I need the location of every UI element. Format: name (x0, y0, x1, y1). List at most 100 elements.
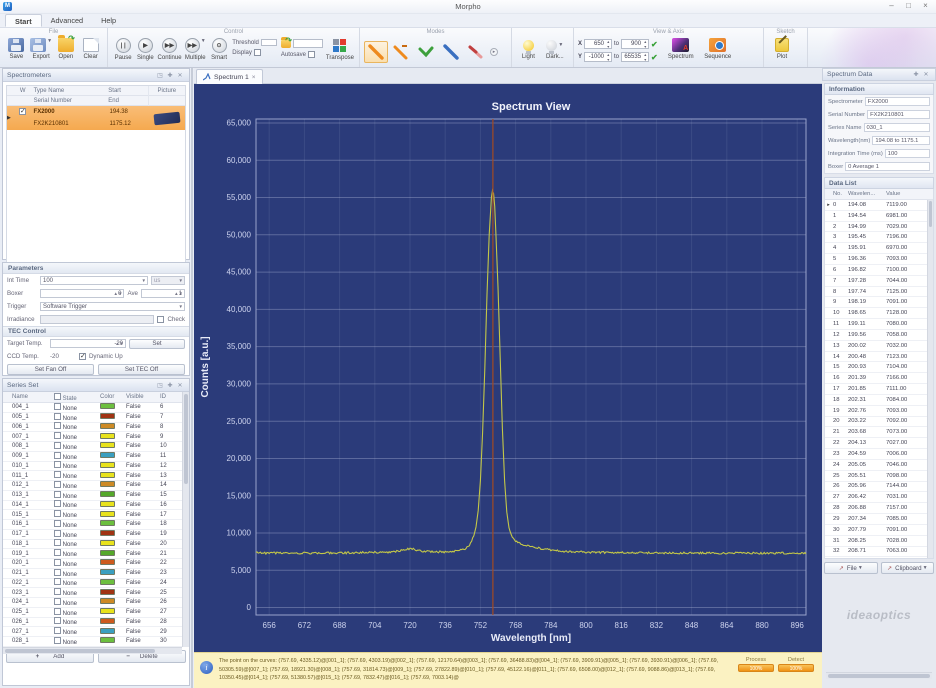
x-to-spinner[interactable]: ▲▼ (643, 40, 647, 49)
tab-start[interactable]: Start (5, 14, 42, 27)
series-color-chip[interactable] (100, 579, 115, 585)
data-list-row[interactable]: 24205.057046.00 (825, 460, 933, 471)
series-color-chip[interactable] (100, 520, 115, 526)
data-list-row[interactable]: 13200.027032.00 (825, 341, 933, 352)
series-state-checkbox[interactable] (54, 471, 61, 478)
series-color-chip[interactable] (100, 491, 115, 497)
transpose-button[interactable]: Transpose (326, 38, 354, 61)
data-list-row[interactable]: 20203.227092.00 (825, 417, 933, 428)
set-temp-button[interactable]: Set (129, 339, 185, 349)
series-color-chip[interactable] (100, 433, 115, 439)
series-state-checkbox[interactable] (54, 422, 61, 429)
plot-button[interactable]: Plot (769, 38, 795, 60)
y-from-spinner[interactable]: ▲▼ (606, 53, 610, 62)
irradiance-input[interactable] (40, 315, 154, 324)
series-row[interactable]: 018_1 NoneFalse20 (3, 540, 189, 550)
series-color-chip[interactable] (100, 403, 115, 409)
series-row[interactable]: 025_1 NoneFalse27 (3, 608, 189, 618)
spectrum1-tab[interactable]: Spectrum 1 × (196, 69, 263, 84)
mode-red-button[interactable] (464, 41, 488, 63)
mode-orange2-button[interactable] (389, 41, 413, 63)
series-vscrollbar[interactable] (182, 392, 189, 647)
set-fan-off-button[interactable]: Set Fan Off (7, 364, 94, 375)
data-list-row[interactable]: 7197.287044.00 (825, 276, 933, 287)
data-list-row[interactable]: 30207.797091.00 (825, 525, 933, 536)
data-list-row[interactable]: 6196.827100.00 (825, 265, 933, 276)
boxer-input[interactable]: 0▲▼ (40, 289, 124, 298)
pin-icon[interactable]: ✚ (165, 382, 175, 389)
series-state-checkbox[interactable] (54, 549, 61, 556)
data-list-row[interactable]: 23204.597006.00 (825, 449, 933, 460)
series-color-chip[interactable] (100, 569, 115, 575)
series-state-checkbox[interactable] (54, 637, 61, 644)
series-color-chip[interactable] (100, 413, 115, 419)
display-checkbox[interactable] (254, 49, 261, 56)
series-row[interactable]: 019_1 NoneFalse21 (3, 549, 189, 559)
series-state-checkbox[interactable] (54, 481, 61, 488)
data-list-row[interactable]: 17201.857111.00 (825, 384, 933, 395)
left-splitter[interactable] (191, 68, 193, 688)
data-list-row[interactable]: 29207.347085.00 (825, 514, 933, 525)
data-list-row[interactable]: 19202.767093.00 (825, 406, 933, 417)
data-list-row[interactable]: 1194.546981.00 (825, 211, 933, 222)
close-panel-icon[interactable]: ✕ (175, 382, 185, 389)
tab-close-icon[interactable]: × (252, 74, 256, 81)
right-hscrollbar[interactable] (826, 672, 932, 679)
y-apply-check-icon[interactable]: ✔ (651, 53, 658, 62)
series-row[interactable]: 017_1 NoneFalse19 (3, 530, 189, 540)
series-color-chip[interactable] (100, 481, 115, 487)
spectrometer-row[interactable]: ▶ FX2000194.38 FX2K2108011175.12 (7, 106, 185, 130)
series-state-checkbox[interactable] (54, 442, 61, 449)
series-state-checkbox[interactable] (54, 461, 61, 468)
data-list-row[interactable]: ▸0194.087119.00 (825, 200, 933, 211)
series-state-checkbox[interactable] (54, 578, 61, 585)
int-time-select[interactable]: 100▼ (40, 276, 148, 285)
export-clipboard-button[interactable]: ↗Clipboard▼ (881, 562, 935, 574)
series-color-chip[interactable] (100, 452, 115, 458)
data-list-row[interactable]: 21203.687073.00 (825, 427, 933, 438)
export-button[interactable]: ▼Export (30, 38, 53, 60)
data-list-row[interactable]: 8197.747125.00 (825, 287, 933, 298)
series-color-chip[interactable] (100, 589, 115, 595)
x-apply-check-icon[interactable]: ✔ (651, 40, 658, 49)
series-state-checkbox[interactable] (54, 413, 61, 420)
series-state-checkbox[interactable] (54, 403, 61, 410)
series-row[interactable]: 009_1 NoneFalse11 (3, 452, 189, 462)
series-state-checkbox[interactable] (54, 500, 61, 507)
data-list-row[interactable]: 5196.367093.00 (825, 254, 933, 265)
multiple-button[interactable]: ▶▶▼Multiple (184, 38, 207, 61)
spectrometer-checkbox[interactable] (19, 108, 26, 115)
series-row[interactable]: 016_1 NoneFalse18 (3, 520, 189, 530)
series-color-chip[interactable] (100, 472, 115, 478)
series-color-chip[interactable] (100, 540, 115, 546)
smart-button[interactable]: ⊙Smart (209, 38, 229, 61)
set-tec-off-button[interactable]: Set TEC Off (98, 364, 185, 375)
data-list-row[interactable]: 15200.937104.00 (825, 362, 933, 373)
tab-help[interactable]: Help (92, 14, 125, 27)
y-to-spinner[interactable]: ▲▼ (643, 53, 647, 62)
export-file-button[interactable]: ↗File▼ (824, 562, 878, 574)
series-state-checkbox[interactable] (54, 510, 61, 517)
continue-button[interactable]: ▶▶Continue (158, 38, 182, 61)
series-row[interactable]: 004_1 NoneFalse6 (3, 403, 189, 413)
sequence-view-button[interactable]: Sequence (700, 38, 736, 60)
series-row[interactable]: 007_1 NoneFalse9 (3, 432, 189, 442)
data-list-row[interactable]: 28206.887157.00 (825, 503, 933, 514)
data-list-row[interactable]: 2194.997029.00 (825, 222, 933, 233)
series-row[interactable]: 028_1 NoneFalse30 (3, 637, 189, 647)
series-state-checkbox[interactable] (54, 491, 61, 498)
series-row[interactable]: 012_1 NoneFalse14 (3, 481, 189, 491)
series-state-checkbox[interactable] (54, 559, 61, 566)
light-button[interactable]: Light (517, 38, 540, 60)
series-color-chip[interactable] (100, 511, 115, 517)
series-color-chip[interactable] (100, 618, 115, 624)
series-color-chip[interactable] (100, 550, 115, 556)
series-state-checkbox[interactable] (54, 608, 61, 615)
series-color-chip[interactable] (100, 559, 115, 565)
series-color-chip[interactable] (100, 423, 115, 429)
pin-icon[interactable]: ✚ (911, 71, 921, 78)
mode-blue-button[interactable] (439, 41, 463, 63)
data-list-section-header[interactable]: Data List (824, 177, 934, 189)
autosave-folder-icon[interactable] (281, 40, 291, 48)
series-row[interactable]: 022_1 NoneFalse24 (3, 579, 189, 589)
